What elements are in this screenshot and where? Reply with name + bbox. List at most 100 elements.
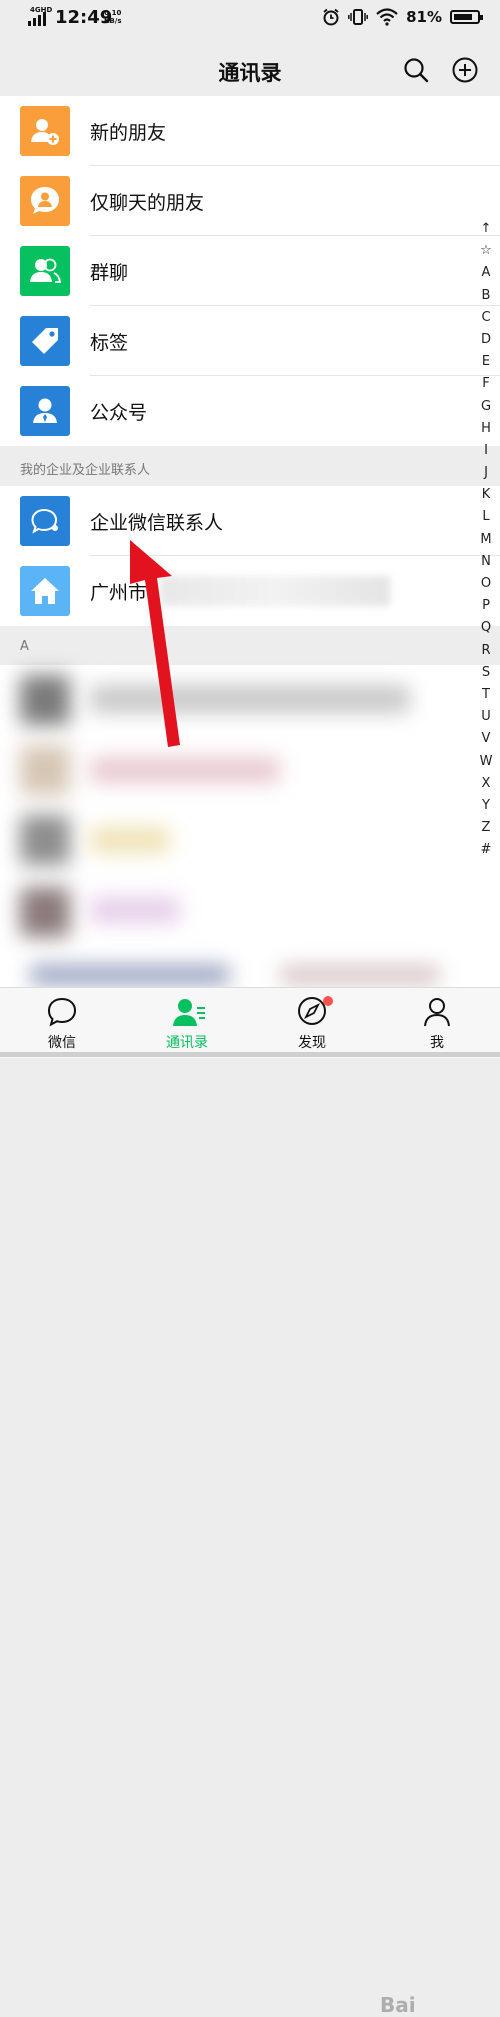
index-letter[interactable]: A [482,262,491,284]
menu-icon-bg [20,316,70,366]
contacts-icon [173,999,205,1026]
index-letter[interactable]: O [481,573,491,595]
notification-dot [323,996,333,1006]
status-bar: 4GHD 12:49 0.10 KB/s 81% [0,0,500,40]
tab-discover[interactable]: 发现 [267,988,357,1058]
index-letter[interactable]: G [481,396,491,418]
contact-name [280,965,440,985]
index-letter[interactable]: C [481,307,490,329]
index-letter[interactable]: Y [482,795,490,817]
menu-label: 新的朋友 [90,122,167,144]
section-header-letter: A [0,626,500,666]
menu-tags[interactable]: 标签 [0,306,500,376]
index-letter[interactable]: Q [481,617,491,639]
menu-group-chats[interactable]: 群聊 [0,236,500,306]
index-letter[interactable]: R [481,640,490,662]
chat-bubble-icon [47,997,77,1027]
bottom-strip [0,1052,500,1057]
tab-chats[interactable]: 微信 [17,988,107,1058]
menu-icon-bg [20,176,70,226]
contacts-list: 新的朋友 仅聊天的朋友 群聊 标签 公众号 我的企业及企业联系人 企业微信联系人… [0,96,500,666]
index-letter[interactable]: E [482,351,490,373]
menu-new-friends[interactable]: 新的朋友 [0,96,500,166]
tab-bar: 微信 通讯录 发现 我 Bai [0,987,500,2017]
menu-official-accounts[interactable]: 公众号 [0,376,500,446]
battery-fill [454,14,472,20]
index-letter[interactable]: W [480,751,493,773]
index-letter[interactable]: ↑ [481,218,492,240]
menu-label: 仅聊天的朋友 [90,192,205,214]
tag-icon [32,328,58,354]
battery-icon [450,10,483,24]
house-icon [31,578,59,604]
menu-label: 公众号 [90,402,148,424]
index-letter[interactable]: K [482,484,491,506]
index-letter[interactable]: U [481,706,491,728]
tab-me[interactable]: 我 [392,988,482,1058]
speed-unit: KB/s [104,17,122,25]
menu-icon-bg [20,496,70,546]
index-letter[interactable]: N [481,551,491,573]
index-letter[interactable]: P [482,595,490,617]
menu-label: 标签 [90,332,129,354]
contact-name [90,827,170,853]
group-icon [30,258,62,283]
search-icon[interactable] [402,56,430,84]
index-letter[interactable]: I [484,440,488,462]
tab-label: 我 [430,1035,444,1051]
enterprise-company-item[interactable]: 广州市 [0,556,500,626]
menu-label: 群聊 [90,262,129,284]
index-letter[interactable]: X [482,773,491,795]
index-letter[interactable]: L [482,506,489,528]
menu-icon-bg [20,566,70,616]
contact-avatar [20,675,70,725]
wifi-icon [376,8,398,26]
contact-name [30,965,230,985]
tab-label: 微信 [48,1035,76,1051]
index-letter[interactable]: # [481,839,492,861]
menu-icon-bg [20,386,70,436]
menu-label: 企业微信联系人 [90,512,224,534]
menu-icon-bg [20,246,70,296]
work-chat-icon [31,508,58,534]
battery-percent: 81% [406,8,442,26]
index-letter[interactable]: V [482,728,491,750]
index-letter[interactable]: T [482,684,490,706]
index-letter[interactable]: ☆ [480,240,492,262]
person-icon [424,998,450,1027]
index-letter[interactable]: S [482,662,490,684]
alphabet-index[interactable]: ↑ ☆ A B C D E F G H I J K L M N O P Q R S T U V W X Y Z # [474,218,498,861]
index-letter[interactable]: J [484,462,488,484]
vibrate-icon [348,9,369,25]
network-speed: 0.10 KB/s [104,9,121,25]
chat-person-icon [31,187,59,214]
contact-avatar [20,815,70,865]
blurred-contacts [0,665,500,987]
index-letter[interactable]: H [481,418,491,440]
contact-avatar [20,745,70,795]
menu-icon-bg [20,106,70,156]
index-letter[interactable]: B [482,285,491,307]
person-add-icon [31,119,59,145]
nav-bar: 通讯录 [0,40,500,101]
index-letter[interactable]: Z [482,817,491,839]
contact-name [90,897,180,923]
tab-label: 通讯录 [166,1035,208,1051]
enterprise-contacts-item[interactable]: 企业微信联系人 [0,486,500,556]
speed-value: 0.10 [104,9,122,17]
plus-circle-icon[interactable] [451,56,479,84]
annotation-arrow [130,540,180,747]
tab-contacts[interactable]: 通讯录 [142,988,232,1058]
signal-icon [28,12,46,26]
watermark: Bai [380,1993,416,2017]
index-letter[interactable]: F [482,373,489,395]
index-letter[interactable]: M [480,529,491,551]
tab-label: 发现 [298,1035,326,1051]
contact-avatar [20,887,70,937]
index-letter[interactable]: D [481,329,491,351]
menu-chat-only-friends[interactable]: 仅聊天的朋友 [0,166,500,236]
contact-name [90,757,280,783]
section-header-enterprise: 我的企业及企业联系人 [0,446,500,486]
official-account-icon [33,398,57,423]
alarm-icon [323,8,339,26]
